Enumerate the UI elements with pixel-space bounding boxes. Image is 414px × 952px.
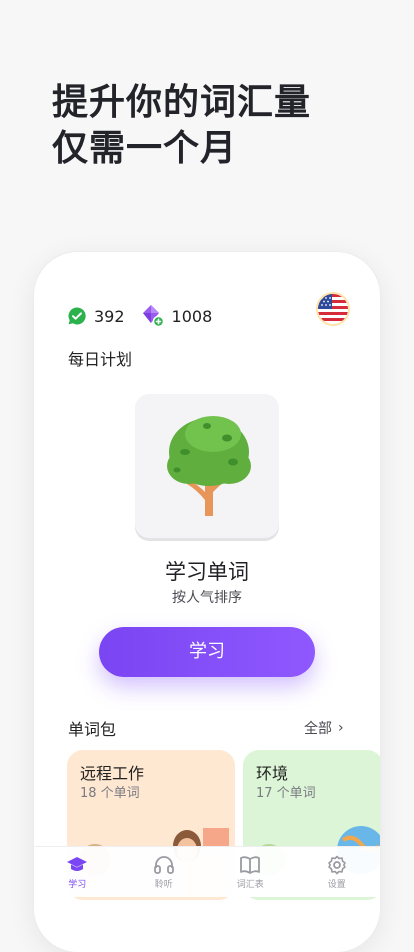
- plan-title: 学习单词: [165, 560, 249, 584]
- pack-name: 环境: [256, 764, 289, 783]
- chat-check-icon: [67, 306, 87, 326]
- tree-icon: [167, 416, 251, 516]
- tab-settings[interactable]: 设置: [307, 847, 367, 890]
- tab-vocabulary[interactable]: 词汇表: [220, 847, 280, 890]
- gem-plus-icon: [141, 304, 165, 328]
- tab-label: 学习: [68, 880, 87, 890]
- tab-study[interactable]: 学习: [47, 847, 107, 890]
- tab-listen[interactable]: 聆听: [134, 847, 194, 890]
- gear-icon: [327, 855, 346, 875]
- pack-count: 18 个单词: [80, 786, 140, 801]
- streak-stat[interactable]: 392: [67, 306, 125, 326]
- plan-subtitle: 按人气排序: [172, 590, 242, 606]
- study-button[interactable]: 学习: [99, 627, 315, 677]
- tab-label: 设置: [327, 880, 346, 890]
- graduation-cap-icon: [67, 857, 88, 871]
- word-packs-heading: 单词包: [68, 720, 117, 739]
- streak-value: 392: [94, 306, 125, 326]
- tab-label: 词汇表: [236, 880, 264, 890]
- daily-plan-heading: 每日计划: [68, 350, 133, 369]
- gems-stat[interactable]: 1008: [141, 304, 213, 328]
- gems-value: 1008: [171, 306, 213, 326]
- headphones-icon: [153, 856, 174, 874]
- pack-name: 远程工作: [80, 764, 145, 783]
- chevron-right-icon: ›: [338, 720, 344, 736]
- see-all-link[interactable]: 全部 ›: [304, 718, 344, 738]
- see-all-label: 全部: [304, 721, 332, 737]
- pack-count: 17 个单词: [256, 786, 316, 801]
- bottom-tab-bar: 学习 聆听 词汇表 设置: [34, 846, 380, 897]
- headline-line-1: 提升你的词汇量: [52, 82, 312, 123]
- headline-line-2: 仅需一个月: [52, 128, 238, 169]
- headline: 提升你的词汇量 仅需一个月: [52, 80, 311, 172]
- book-icon: [240, 856, 261, 874]
- stats-bar: 392 1008: [67, 304, 228, 328]
- tab-label: 聆听: [154, 880, 173, 890]
- plan-card[interactable]: [135, 394, 279, 538]
- us-flag-icon[interactable]: [318, 294, 348, 324]
